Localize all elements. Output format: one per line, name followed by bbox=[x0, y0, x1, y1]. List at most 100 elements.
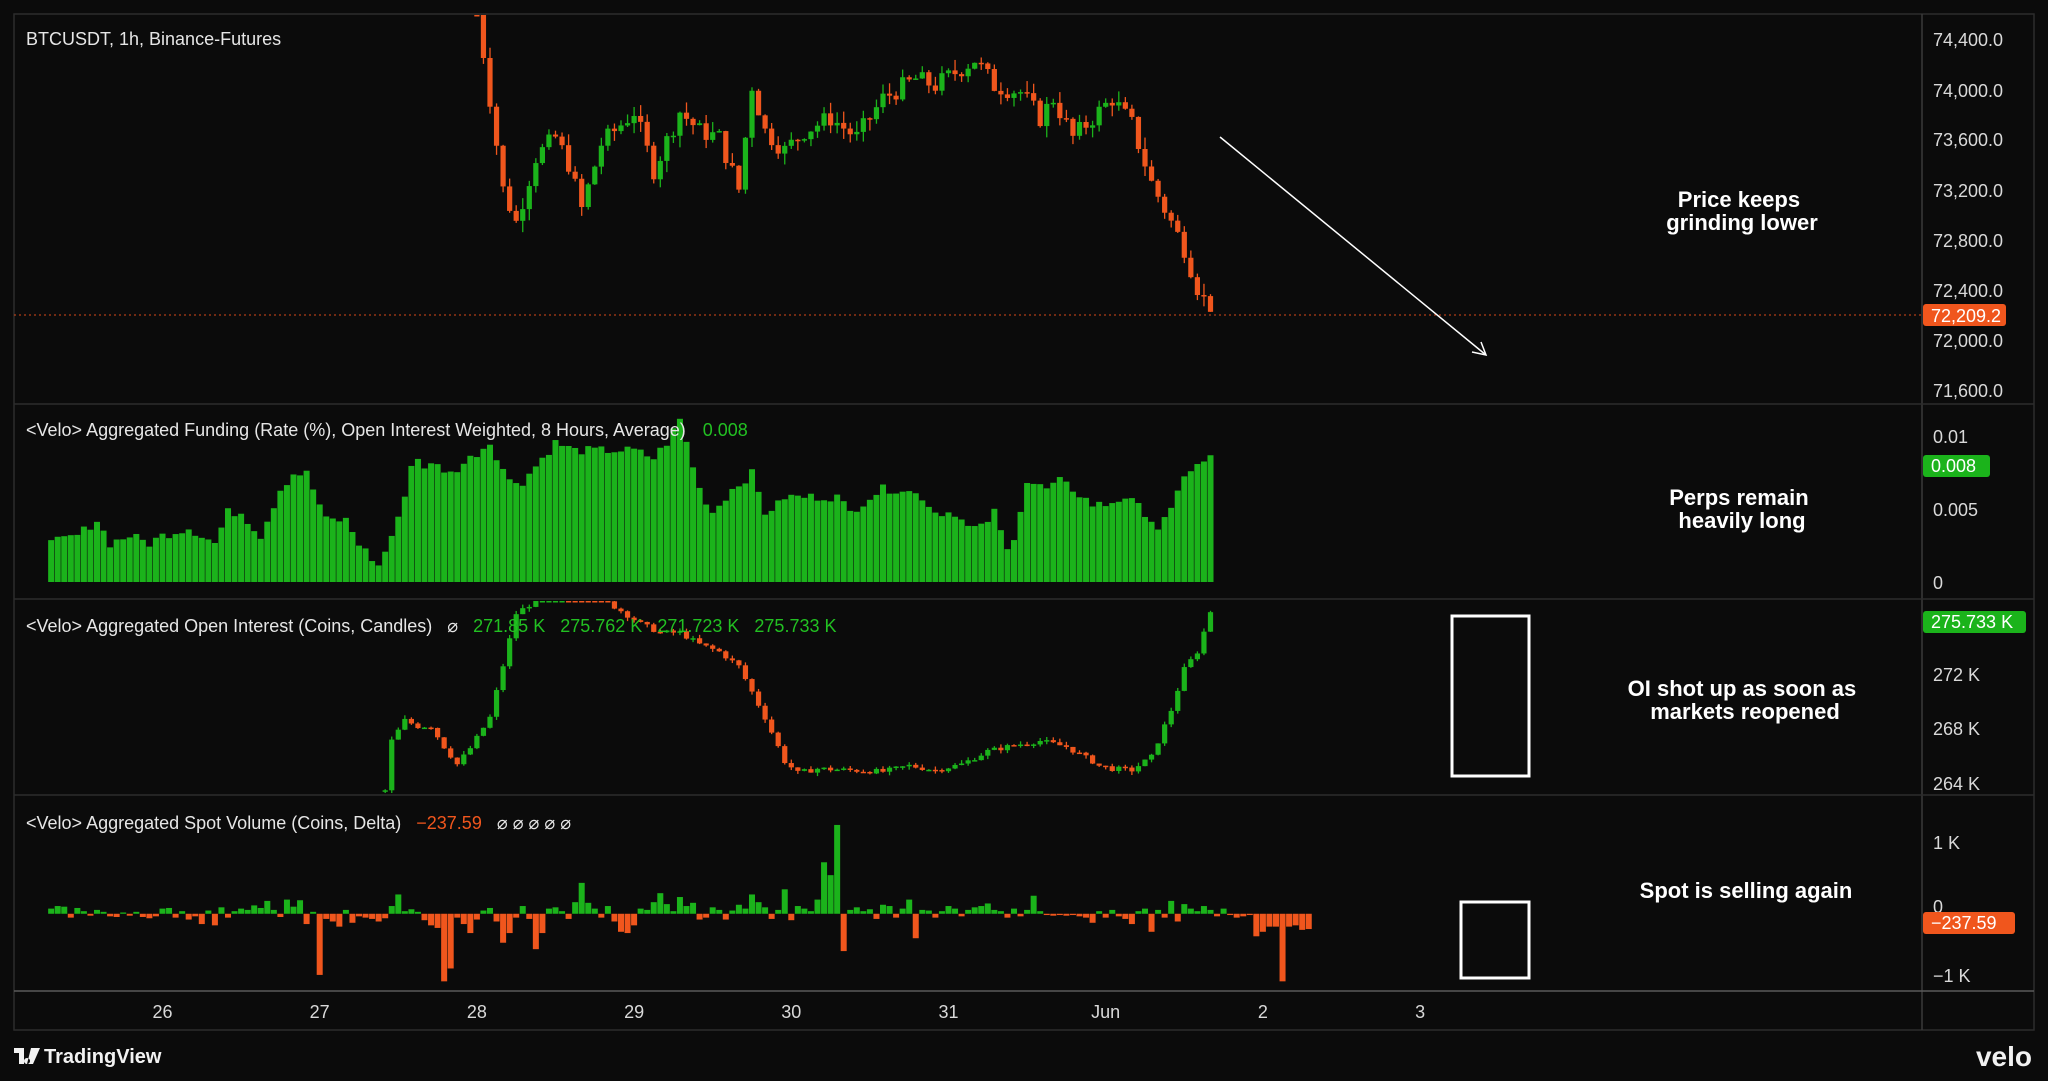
spot-delta-bar bbox=[676, 897, 683, 914]
spot-delta-bar bbox=[703, 913, 710, 918]
funding-bar bbox=[225, 508, 231, 582]
spot-delta-bar bbox=[650, 902, 657, 914]
funding-bar bbox=[310, 489, 317, 582]
funding-bar bbox=[342, 517, 349, 582]
funding-bar bbox=[211, 543, 218, 582]
funding-bar bbox=[1122, 498, 1129, 582]
x-tick-label: 26 bbox=[152, 1002, 172, 1022]
candle-body bbox=[1063, 745, 1069, 747]
spot-delta-bar bbox=[395, 894, 402, 914]
candle-body bbox=[598, 145, 604, 167]
spot-delta-bar bbox=[657, 893, 664, 914]
spot-delta-bar bbox=[480, 910, 487, 914]
spot-delta-bar bbox=[729, 910, 736, 914]
spot-delta-bar bbox=[1253, 913, 1260, 937]
funding-bar bbox=[146, 546, 153, 582]
spot-delta-bar bbox=[1011, 908, 1017, 914]
candle-body bbox=[736, 660, 742, 666]
candle-body bbox=[1168, 212, 1174, 221]
candle-body bbox=[867, 771, 873, 774]
spot-delta-bar bbox=[644, 909, 651, 914]
funding-bar bbox=[1128, 498, 1135, 582]
candle-body bbox=[926, 769, 932, 772]
spot-delta-bar bbox=[336, 913, 343, 927]
candle-body bbox=[520, 608, 526, 615]
spot-delta-bar bbox=[749, 894, 755, 914]
candle-body bbox=[441, 737, 447, 749]
funding-bar bbox=[565, 445, 572, 582]
funding-bar bbox=[1207, 455, 1214, 582]
candle-body bbox=[886, 93, 893, 96]
funding-annotation-line1: Perps remain bbox=[1669, 485, 1808, 510]
spot-delta-bar bbox=[185, 913, 192, 920]
candle-body bbox=[1142, 759, 1148, 767]
spot-delta-bar bbox=[1227, 913, 1234, 916]
spot-delta-bar bbox=[146, 913, 153, 919]
spot-delta-bar bbox=[834, 824, 841, 914]
candle-body bbox=[618, 125, 624, 132]
spot-delta-bar bbox=[624, 913, 631, 934]
funding-bar bbox=[1056, 477, 1063, 582]
spot-delta-bar bbox=[1076, 913, 1083, 917]
candle-body bbox=[775, 145, 781, 154]
candle-body bbox=[421, 727, 428, 730]
funding-bar bbox=[690, 467, 697, 582]
oi-annotation: OI shot up as soon as markets reopened bbox=[1628, 676, 1863, 724]
funding-bar bbox=[513, 483, 520, 582]
spot-delta-bar bbox=[1102, 913, 1109, 918]
spot-delta-bar bbox=[984, 903, 991, 914]
candle-body bbox=[847, 128, 853, 135]
funding-bar bbox=[454, 472, 461, 582]
candle-body bbox=[860, 771, 866, 774]
funding-bar bbox=[277, 490, 284, 582]
spot-last-badge-text: −237.59 bbox=[1931, 913, 1997, 933]
funding-bar bbox=[251, 531, 258, 582]
candle-body bbox=[972, 760, 978, 762]
price-last-badge-text: 72,209.2 bbox=[1931, 306, 2001, 326]
funding-bar bbox=[467, 455, 474, 582]
funding-y-tick: 0.01 bbox=[1933, 427, 1968, 447]
funding-bar bbox=[356, 545, 362, 582]
candle-body bbox=[1031, 744, 1037, 746]
funding-bar bbox=[965, 525, 972, 582]
funding-bar bbox=[1089, 506, 1096, 582]
spot-delta-bar bbox=[886, 906, 893, 914]
spot-delta-bar bbox=[755, 902, 762, 914]
spot-delta-bar bbox=[821, 862, 828, 914]
funding-bar bbox=[624, 446, 631, 582]
funding-bar bbox=[139, 539, 146, 582]
candle-body bbox=[539, 147, 545, 164]
spot-delta-bar bbox=[218, 907, 225, 914]
funding-bar bbox=[729, 488, 736, 582]
spot-delta-bar bbox=[447, 913, 454, 969]
spot-delta-bar bbox=[1056, 913, 1063, 916]
spot-y-tick: −1 K bbox=[1933, 966, 1971, 986]
candle-body bbox=[1122, 766, 1128, 769]
candle-body bbox=[703, 643, 709, 646]
candle-body bbox=[1142, 148, 1148, 167]
funding-bar bbox=[807, 493, 814, 582]
candle-body bbox=[978, 755, 984, 761]
spot-delta-bar bbox=[87, 913, 94, 916]
spot-legend-title: <Velo> Aggregated Spot Volume (Coins, De… bbox=[26, 813, 401, 833]
funding-bar bbox=[932, 512, 939, 582]
spot-delta-bar bbox=[192, 913, 199, 917]
candle-body bbox=[559, 601, 565, 603]
spot-delta-bar bbox=[611, 913, 618, 922]
candle-body bbox=[1070, 118, 1076, 136]
candle-body bbox=[1135, 116, 1142, 149]
spot-delta-bar bbox=[1069, 913, 1076, 916]
funding-annotation-line2: heavily long bbox=[1678, 508, 1805, 533]
funding-bar bbox=[87, 529, 94, 582]
spot-annotation: Spot is selling again bbox=[1640, 878, 1853, 903]
funding-bar bbox=[1109, 503, 1116, 582]
candle-body bbox=[1096, 763, 1102, 766]
funding-bar bbox=[231, 516, 238, 582]
candle-body bbox=[546, 134, 552, 148]
funding-bar bbox=[67, 535, 74, 582]
spot-delta-bar bbox=[1194, 911, 1201, 914]
spot-delta-bar bbox=[1122, 913, 1129, 919]
candle-body bbox=[1103, 765, 1109, 768]
funding-bar bbox=[192, 535, 199, 582]
spot-delta-bar bbox=[631, 913, 638, 926]
